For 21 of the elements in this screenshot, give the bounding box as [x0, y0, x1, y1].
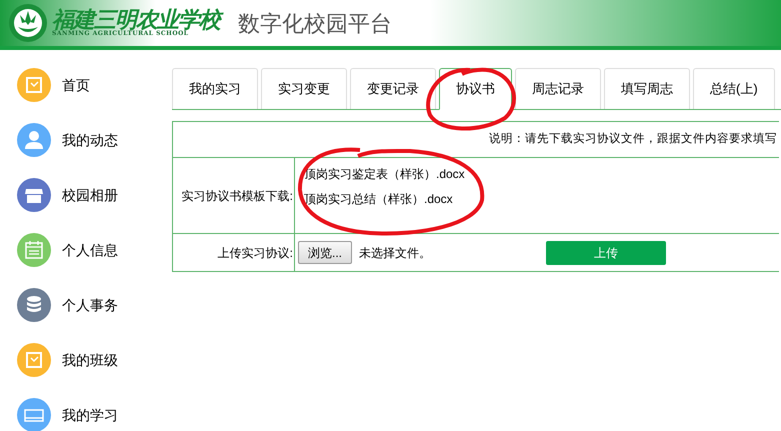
instruction-text: 说明：请先下载实习协议文件，跟据文件内容要求填写: [489, 131, 777, 147]
sidebar-item[interactable]: 我的班级: [62, 350, 118, 370]
tab[interactable]: 周志记录: [515, 68, 601, 109]
sidebar-item[interactable]: 个人信息: [62, 240, 118, 260]
tab[interactable]: 填写周志: [604, 68, 690, 109]
download-label: 实习协议书模板下载:: [182, 188, 293, 204]
tab[interactable]: 总结(上): [693, 68, 775, 109]
sidebar-item[interactable]: 首页: [62, 74, 90, 96]
sidebar-item[interactable]: 个人事务: [62, 294, 118, 316]
browse-button[interactable]: 浏览...: [298, 241, 352, 264]
sidebar-item[interactable]: 校园相册: [62, 184, 118, 206]
tab[interactable]: 实习变更: [261, 68, 347, 109]
school-emblem-icon: [8, 3, 48, 43]
tab[interactable]: 我的实习: [172, 68, 258, 109]
sidebar-item[interactable]: 我的动态: [62, 130, 118, 150]
platform-title: 数字化校园平台: [238, 10, 392, 38]
sidebar-item[interactable]: 我的学习: [62, 404, 118, 426]
upload-label: 上传实习协议:: [218, 244, 293, 262]
tab[interactable]: 变更记录: [350, 68, 436, 109]
file-status: 未选择文件。: [359, 244, 432, 262]
file-link[interactable]: 顶岗实习总结（样张）.docx: [304, 190, 465, 208]
